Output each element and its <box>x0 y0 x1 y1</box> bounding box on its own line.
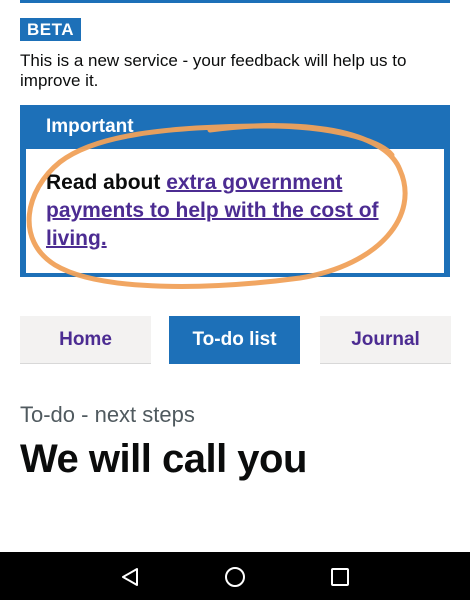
notification-text-prefix: Read about <box>46 171 167 194</box>
important-notification-banner: Important Read about extra government pa… <box>20 105 450 277</box>
back-icon[interactable] <box>119 566 141 588</box>
page-caption: To-do - next steps <box>20 402 195 427</box>
tab-to-do-list[interactable]: To-do list <box>169 316 300 364</box>
notification-body: Read about extra government payments to … <box>26 149 444 273</box>
tab-journal[interactable]: Journal <box>320 316 451 364</box>
header-rule <box>20 0 450 3</box>
system-navigation-bar <box>0 552 470 600</box>
beta-tag: BETA <box>20 18 82 41</box>
page-title: We will call you <box>20 437 307 481</box>
home-icon[interactable] <box>224 566 246 588</box>
beta-feedback-text: This is a new service - your feedback wi… <box>20 51 407 90</box>
notification-title: Important <box>46 116 134 137</box>
notification-text: Read about extra government payments to … <box>46 169 424 253</box>
tab-home[interactable]: Home <box>20 316 151 364</box>
recents-icon[interactable] <box>329 566 351 588</box>
